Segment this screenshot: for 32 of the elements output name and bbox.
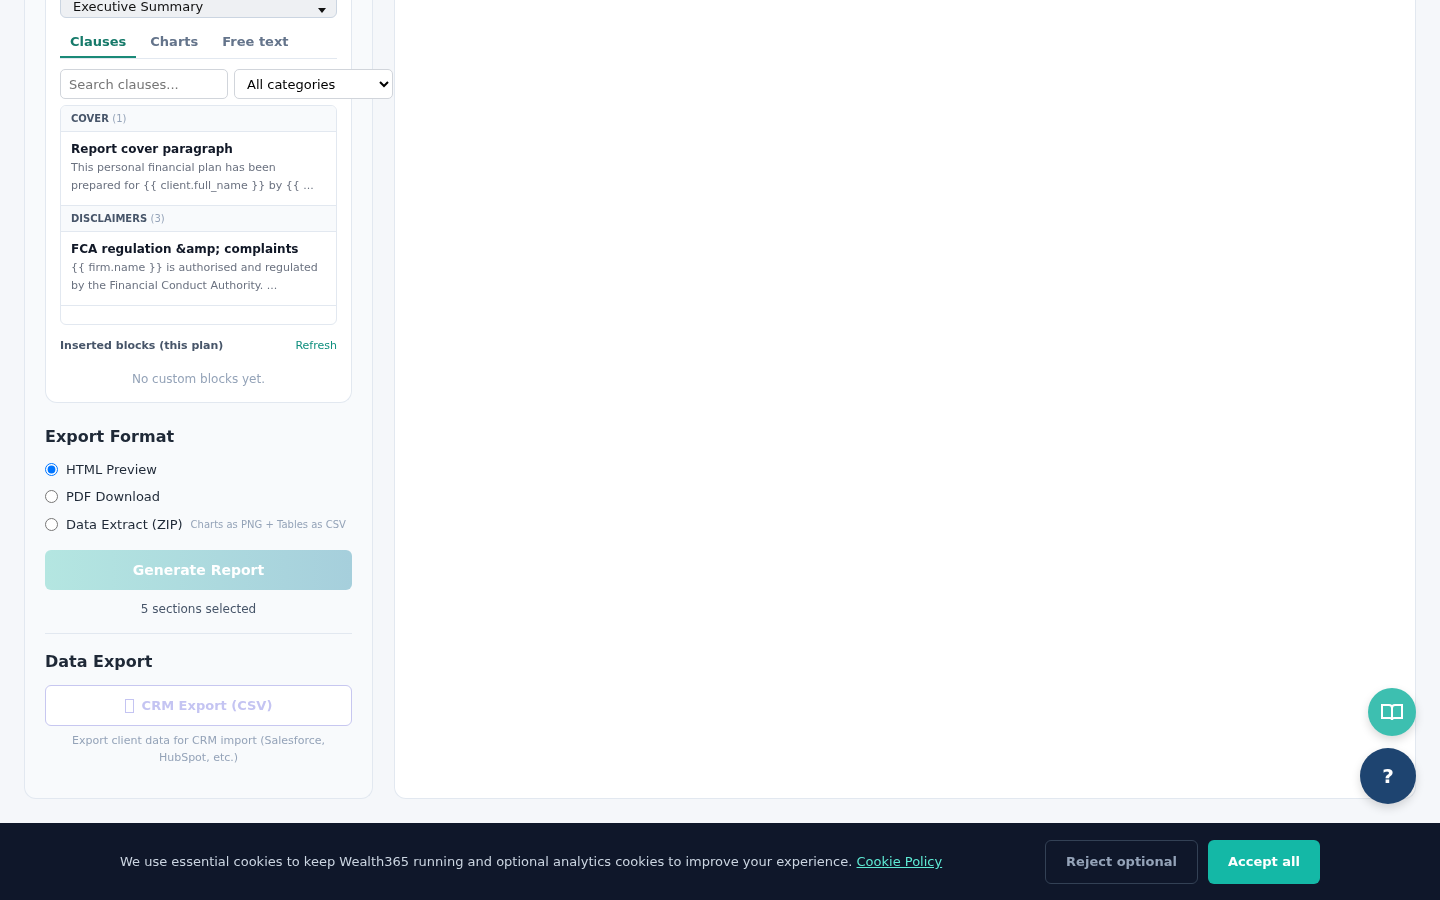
radio-button[interactable] bbox=[45, 518, 58, 531]
search-field[interactable]: Search clauses... bbox=[60, 69, 228, 99]
section-title: Export Format bbox=[45, 427, 176, 446]
selection-summary: 5 sections selected bbox=[45, 602, 352, 634]
section-title: Data Export bbox=[45, 652, 154, 671]
clause-preview: This personal financial plan has been prepared for {{ client.full_name }} by {{ ... bbox=[71, 160, 315, 194]
inserted-label: Inserted blocks (this plan) bbox=[60, 339, 224, 352]
group-header: COVER (1) bbox=[61, 106, 336, 132]
clause-title: Report cover paragraph bbox=[71, 142, 234, 156]
option-hint: Charts as PNG + Tables as CSV bbox=[190, 519, 346, 530]
library-tab[interactable]: Free text bbox=[212, 28, 299, 58]
caret-icon bbox=[318, 8, 326, 13]
refresh-link[interactable]: Refresh bbox=[295, 339, 337, 352]
section-select[interactable]: Executive Summary bbox=[60, 0, 337, 18]
cookie-button[interactable]: Reject optional bbox=[1045, 839, 1198, 884]
option-label: Data Extract (ZIP) bbox=[66, 517, 183, 532]
category-select[interactable]: All categories bbox=[234, 69, 393, 99]
option-label: HTML Preview bbox=[66, 462, 157, 477]
clause-preview: {{ firm.name }} is authorised and regulated by the Financial Conduct Authority. ... bbox=[71, 260, 319, 294]
library-tab[interactable]: Charts bbox=[140, 28, 209, 58]
radio-button[interactable] bbox=[45, 463, 58, 476]
book-icon bbox=[1381, 703, 1403, 721]
library-tab[interactable]: Clauses bbox=[60, 28, 137, 58]
file-icon bbox=[124, 698, 134, 713]
cookie-policy-link[interactable]: Cookie Policy bbox=[856, 854, 943, 869]
group-header: DISCLAIMERS (3) bbox=[61, 206, 336, 232]
radio-button[interactable] bbox=[45, 490, 58, 503]
empty-message: No custom blocks yet. bbox=[130, 372, 267, 386]
cookie-message: We use essential cookies to keep Wealth365 running and optional analytics cookies to improve your experience. Cookie Policy bbox=[120, 854, 943, 869]
clause-title: FCA regulation &amp; complaints bbox=[71, 242, 300, 256]
export-note: Export client data for CRM import (Salesforce, HubSpot, etc.) bbox=[71, 733, 326, 766]
option-label: PDF Download bbox=[66, 489, 161, 504]
